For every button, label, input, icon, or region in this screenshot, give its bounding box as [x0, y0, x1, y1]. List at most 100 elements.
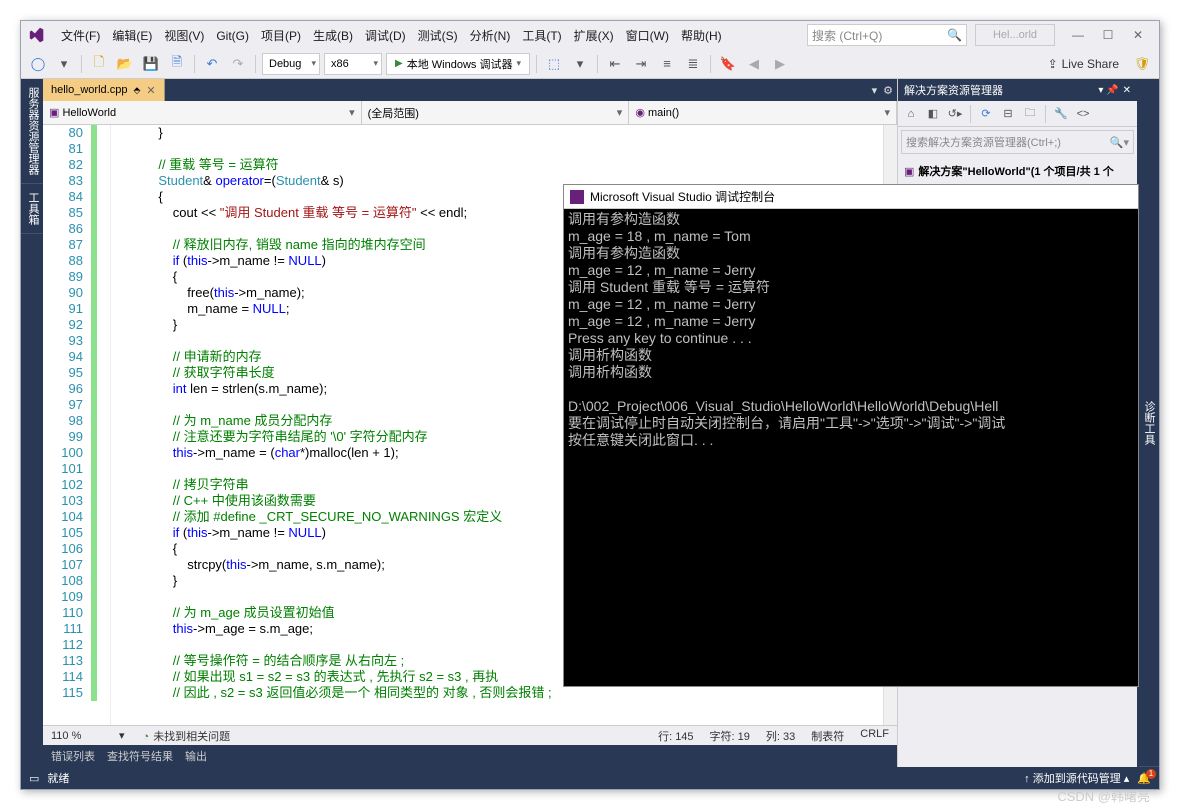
menu-item[interactable]: 项目(P)	[255, 25, 307, 47]
menu-item[interactable]: 扩展(X)	[568, 25, 620, 47]
sol-showall-icon[interactable]: 🗀	[1021, 105, 1039, 123]
open-button[interactable]: 📂	[114, 53, 136, 75]
sol-sync-icon[interactable]: ↺▸	[946, 105, 964, 123]
status-col: 列: 33	[766, 728, 795, 744]
status-char: 字符: 19	[710, 728, 750, 744]
watermark: CSDN @韩曙亮	[1057, 786, 1150, 805]
tb-indent-1[interactable]: ⇤	[604, 53, 626, 75]
tab-hello-world[interactable]: hello_world.cpp ⬘ ✕	[43, 79, 165, 101]
sol-home-icon[interactable]: ⌂	[902, 105, 920, 123]
menubar: 文件(F)编辑(E)视图(V)Git(G)项目(P)生成(B)调试(D)测试(S…	[21, 21, 1159, 49]
search-placeholder: 搜索 (Ctrl+Q)	[812, 27, 882, 44]
menu-item[interactable]: Git(G)	[210, 25, 255, 47]
notifications-icon[interactable]: 🔔1	[1137, 772, 1151, 785]
statusbar: ▭ 就绪 ↑ 添加到源代码管理 ▴ 🔔1	[21, 767, 1159, 789]
sol-view-icon[interactable]: ◧	[924, 105, 942, 123]
search-icon: 🔍▾	[1110, 136, 1129, 149]
solution-icon: ▣	[904, 165, 914, 178]
sol-preview-icon[interactable]: <>	[1074, 105, 1092, 123]
menu-item[interactable]: 文件(F)	[55, 25, 106, 47]
nav-function[interactable]: ◉ main()▾	[629, 101, 897, 124]
tb-bm-2[interactable]: ◀	[743, 53, 765, 75]
pin-icon[interactable]: ⬘	[133, 85, 140, 96]
close-tab-icon[interactable]: ✕	[146, 84, 155, 97]
solution-search[interactable]: 搜索解决方案资源管理器(Ctrl+;) 🔍▾	[901, 130, 1134, 154]
sol-collapse-icon[interactable]: ⊟	[999, 105, 1017, 123]
status-line: 行: 145	[658, 728, 693, 744]
right-rail: 诊断工具	[1137, 79, 1159, 767]
menu-item[interactable]: 调试(D)	[359, 25, 412, 47]
status-ready: 就绪	[47, 770, 69, 786]
rail-diagnostics[interactable]: 诊断工具	[1139, 79, 1159, 767]
console-icon	[570, 190, 584, 204]
tb-bm-1[interactable]: 🔖	[717, 53, 739, 75]
liveshare-icon: ⇪	[1048, 57, 1058, 71]
menu-item[interactable]: 分析(N)	[464, 25, 517, 47]
fold-column	[97, 125, 111, 725]
save-button[interactable]: 💾	[140, 53, 162, 75]
maximize-button[interactable]: ☐	[1093, 24, 1123, 46]
sol-refresh-icon[interactable]: ⟳	[977, 105, 995, 123]
back-button[interactable]: ◯	[27, 53, 49, 75]
admin-icon: 🛡	[1131, 53, 1153, 75]
editor-statusbar: 110 % ▾ ◔未找到相关问题 行: 145 字符: 19 列: 33 制表符…	[43, 725, 897, 745]
tb-indent-2[interactable]: ⇥	[630, 53, 652, 75]
forward-button[interactable]: ▾	[53, 53, 75, 75]
left-rail: 服务器资源管理器 工具箱	[21, 79, 43, 767]
output-icon[interactable]: ▭	[29, 772, 39, 785]
tree-solution-root[interactable]: ▣ 解决方案"HelloWorld"(1 个项目/共 1 个	[902, 161, 1133, 181]
menu-item[interactable]: 工具(T)	[516, 25, 567, 47]
undo-button[interactable]: ↶	[201, 53, 223, 75]
pin-icon[interactable]: ▾ 📌	[1098, 85, 1118, 96]
sol-properties-icon[interactable]: 🔧	[1052, 105, 1070, 123]
ok-icon: ◔	[143, 731, 150, 743]
new-button[interactable]: 🗋	[88, 53, 110, 75]
nav-scope[interactable]: (全局范围)▾	[362, 101, 630, 124]
tab-dropdown-icon[interactable]: ▾	[872, 84, 878, 97]
status-tabs: 制表符	[811, 728, 844, 744]
menu-item[interactable]: 窗口(W)	[620, 25, 675, 47]
tb-comment-1[interactable]: ≡	[656, 53, 678, 75]
menu-item[interactable]: 编辑(E)	[106, 25, 158, 47]
close-button[interactable]: ✕	[1123, 24, 1153, 46]
menu-item[interactable]: 生成(B)	[307, 25, 359, 47]
tb-comment-2[interactable]: ≣	[682, 53, 704, 75]
tab-findresults[interactable]: 查找符号结果	[107, 748, 173, 764]
window-buttons: — ☐ ✕	[1063, 24, 1153, 46]
window-title: Hel...orld	[975, 24, 1055, 46]
config-combo[interactable]: Debug	[262, 53, 320, 75]
tb-misc-2[interactable]: ▾	[569, 53, 591, 75]
solution-toolbar: ⌂ ◧ ↺▸ ⟳ ⊟ 🗀 🔧 <>	[898, 101, 1137, 127]
save-all-button[interactable]: 🗎	[166, 53, 188, 75]
tb-bm-3[interactable]: ▶	[769, 53, 791, 75]
rail-server-explorer[interactable]: 服务器资源管理器	[21, 79, 43, 184]
nav-project[interactable]: ▣ HelloWorld▾	[43, 101, 362, 124]
debug-console-window: Microsoft Visual Studio 调试控制台 调用有参构造函数 m…	[563, 184, 1139, 687]
play-icon: ▶	[395, 58, 403, 69]
tb-misc-1[interactable]: ⬚	[543, 53, 565, 75]
minimize-button[interactable]: —	[1063, 24, 1093, 46]
platform-combo[interactable]: x86	[324, 53, 382, 75]
redo-button[interactable]: ↷	[227, 53, 249, 75]
rail-toolbox[interactable]: 工具箱	[21, 184, 43, 234]
solution-header: 解决方案资源管理器 ▾ 📌 ✕	[898, 79, 1137, 101]
tab-errorlist[interactable]: 错误列表	[51, 748, 95, 764]
status-crlf: CRLF	[860, 728, 889, 744]
menu-item[interactable]: 视图(V)	[158, 25, 210, 47]
search-input[interactable]: 搜索 (Ctrl+Q) 🔍	[807, 24, 967, 46]
console-titlebar[interactable]: Microsoft Visual Studio 调试控制台	[564, 185, 1138, 209]
line-numbers: 8081828384858687888990919293949596979899…	[43, 125, 91, 725]
close-panel-icon[interactable]: ✕	[1123, 85, 1131, 96]
zoom-level[interactable]: 110 %	[51, 730, 101, 742]
tab-output[interactable]: 输出	[185, 748, 207, 764]
code-nav: ▣ HelloWorld▾ (全局范围)▾ ◉ main()▾	[43, 101, 897, 125]
menu-item[interactable]: 帮助(H)	[675, 25, 728, 47]
gear-icon[interactable]: ⚙	[883, 84, 893, 97]
bottom-tabs: 错误列表 查找符号结果 输出	[43, 745, 897, 767]
run-button[interactable]: ▶ 本地 Windows 调试器 ▾	[386, 53, 530, 75]
source-control-button[interactable]: ↑ 添加到源代码管理 ▴	[1024, 770, 1129, 786]
vs-logo-icon	[27, 26, 45, 44]
menu-item[interactable]: 测试(S)	[412, 25, 464, 47]
solution-tree[interactable]: ▣ 解决方案"HelloWorld"(1 个项目/共 1 个	[898, 157, 1137, 185]
live-share-button[interactable]: ⇪ Live Share	[1040, 57, 1127, 71]
